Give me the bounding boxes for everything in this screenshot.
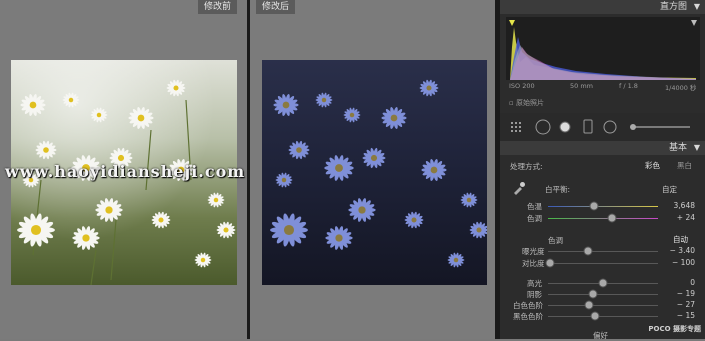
contrast-thumb[interactable]: [545, 258, 555, 268]
temp-slider[interactable]: [548, 206, 658, 207]
basic-title: 基本: [668, 143, 687, 153]
exposure-value[interactable]: − 3.40: [670, 246, 695, 255]
contrast-label: 对比度: [522, 259, 545, 268]
histogram-header[interactable]: 直方图 ▼: [500, 0, 705, 14]
basic-header[interactable]: 基本 ▼: [500, 141, 705, 155]
presence-label: 偏好: [593, 331, 608, 340]
watermark-text: www.haoyidiansheji.com: [5, 162, 246, 181]
eyedropper-icon[interactable]: [512, 180, 526, 195]
whites-thumb[interactable]: [584, 300, 594, 310]
after-photo[interactable]: [262, 60, 487, 285]
tone-label: 色调: [548, 236, 563, 245]
highlights-value[interactable]: 0: [690, 278, 695, 287]
exposure-slider[interactable]: [548, 251, 658, 252]
whites-value[interactable]: − 27: [677, 300, 695, 309]
tone-auto-button[interactable]: 自动: [668, 234, 693, 245]
tint-label: 色调: [527, 214, 542, 223]
graduated-filter-icon[interactable]: [583, 119, 593, 134]
brush-size-slider[interactable]: [630, 124, 636, 130]
iso-value: ISO 200: [509, 82, 535, 90]
tint-value[interactable]: + 24: [677, 213, 695, 222]
contrast-value[interactable]: − 100: [672, 258, 695, 267]
collapse-triangle-icon[interactable]: ▼: [694, 0, 700, 14]
temp-value[interactable]: 3,648: [674, 201, 695, 210]
exposure-label: 曝光度: [522, 247, 545, 256]
whites-slider[interactable]: [548, 305, 658, 306]
after-label: 修改后: [256, 0, 296, 14]
highlights-thumb[interactable]: [598, 278, 608, 288]
histogram-graph: [506, 17, 700, 80]
blacks-label: 黑色色阶: [513, 312, 543, 321]
poco-logo: POCO 摄影专题: [648, 325, 701, 333]
blacks-slider[interactable]: [548, 316, 658, 317]
spot-removal-icon[interactable]: [535, 119, 551, 135]
split-divider[interactable]: [247, 0, 250, 339]
focal-length: 50 mm: [570, 82, 594, 90]
aperture-value: f / 1.8: [619, 82, 638, 90]
original-photo-toggle[interactable]: ▫ 原始照片: [509, 98, 544, 108]
histogram-title: 直方图: [659, 2, 687, 12]
collapse-triangle-icon[interactable]: ▼: [694, 141, 700, 155]
shadows-thumb[interactable]: [588, 289, 598, 299]
original-photo-label: 原始照片: [515, 99, 544, 107]
contrast-slider[interactable]: [548, 263, 658, 264]
tint-thumb[interactable]: [607, 213, 617, 223]
tool-strip: [500, 113, 705, 141]
before-label: 修改前: [198, 0, 238, 14]
exposure-thumb[interactable]: [583, 246, 593, 256]
red-eye-icon[interactable]: [559, 121, 571, 133]
whites-label: 白色色阶: [513, 301, 543, 310]
tint-slider[interactable]: [548, 218, 658, 219]
shadows-value[interactable]: − 19: [677, 289, 695, 298]
treatment-color-button[interactable]: 彩色: [640, 160, 665, 171]
treatment-label: 处理方式:: [510, 162, 543, 171]
temp-thumb[interactable]: [589, 201, 599, 211]
shutter-value: 1/4000 秒: [665, 84, 697, 92]
shadows-slider[interactable]: [548, 294, 658, 295]
blacks-thumb[interactable]: [590, 311, 600, 321]
highlights-label: 高光: [527, 279, 542, 288]
treatment-bw-button[interactable]: 黑白: [672, 160, 697, 171]
temp-label: 色温: [527, 202, 542, 211]
shadows-label: 阴影: [527, 290, 542, 299]
wb-label: 白平衡:: [545, 185, 571, 194]
photo-icon: ▫: [509, 99, 514, 107]
blacks-value[interactable]: − 15: [677, 311, 695, 320]
grid-overlay-icon[interactable]: [511, 122, 521, 132]
wb-value[interactable]: 自定: [662, 184, 677, 195]
radial-filter-icon[interactable]: [603, 120, 617, 134]
